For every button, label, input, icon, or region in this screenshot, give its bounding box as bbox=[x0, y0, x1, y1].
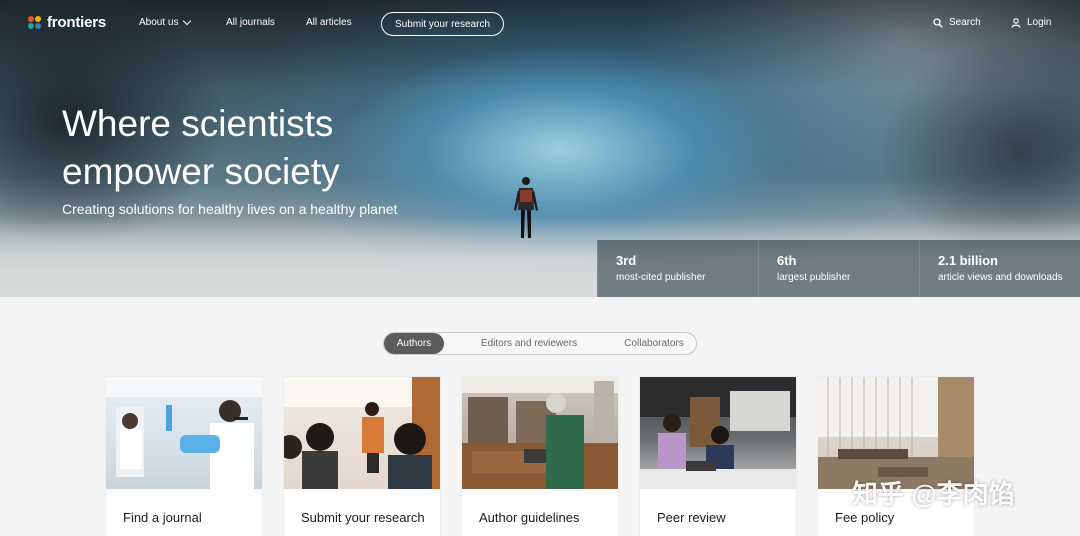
submit-research-label: Submit your research bbox=[394, 18, 491, 30]
stat-item: 6th largest publisher bbox=[758, 240, 919, 297]
stat-label: largest publisher bbox=[777, 272, 851, 283]
card-find-journal[interactable]: Find a journal bbox=[106, 377, 262, 536]
search-label: Search bbox=[949, 17, 981, 28]
hero-title: Where scientists empower society bbox=[62, 103, 340, 192]
tab-editors-reviewers[interactable]: Editors and reviewers bbox=[464, 333, 594, 354]
stat-item: 3rd most-cited publisher bbox=[597, 240, 758, 297]
card-peer-review[interactable]: Peer review bbox=[640, 377, 796, 536]
nav-all-journals[interactable]: All journals bbox=[226, 17, 275, 28]
card-image-atrium bbox=[818, 377, 974, 489]
logo-text: frontiers bbox=[47, 14, 107, 31]
card-label: Peer review bbox=[657, 510, 726, 525]
nav-about-us-label: About us bbox=[139, 17, 179, 28]
card-image-library bbox=[462, 377, 618, 489]
top-nav: frontiers About us All journals All arti… bbox=[0, 0, 1080, 48]
card-author-guidelines[interactable]: Author guidelines bbox=[462, 377, 618, 536]
card-label: Fee policy bbox=[835, 510, 895, 525]
stat-value: 2.1 billion bbox=[938, 253, 998, 268]
frontiers-logo[interactable]: frontiers bbox=[28, 14, 106, 31]
nav-all-articles-label: All articles bbox=[306, 17, 352, 28]
stats-bar: 3rd most-cited publisher 6th largest pub… bbox=[597, 240, 1080, 297]
card-label: Submit your research bbox=[301, 510, 425, 525]
tab-collaborators[interactable]: Collaborators bbox=[609, 333, 699, 354]
stat-label: article views and downloads bbox=[938, 272, 1063, 283]
tab-authors[interactable]: Authors bbox=[384, 333, 444, 354]
audience-tabs: Authors Editors and reviewers Collaborat… bbox=[383, 332, 697, 355]
search-button[interactable]: Search bbox=[933, 17, 981, 28]
submit-research-button[interactable]: Submit your research bbox=[381, 12, 504, 36]
user-icon bbox=[1011, 17, 1021, 28]
card-label: Author guidelines bbox=[479, 510, 580, 525]
card-image-office bbox=[640, 377, 796, 489]
stat-value: 6th bbox=[777, 253, 797, 268]
card-image-presentation bbox=[284, 377, 440, 489]
search-icon bbox=[933, 17, 943, 28]
stat-value: 3rd bbox=[616, 253, 637, 268]
card-label: Find a journal bbox=[123, 510, 202, 525]
hero-subtitle: Creating solutions for healthy lives on … bbox=[62, 201, 398, 217]
chevron-down-icon bbox=[183, 16, 192, 26]
logo-icon bbox=[28, 15, 42, 30]
climber-figure bbox=[514, 177, 538, 238]
login-button[interactable]: Login bbox=[1011, 17, 1051, 28]
stat-label: most-cited publisher bbox=[616, 272, 706, 283]
card-image-lab bbox=[106, 377, 262, 489]
login-label: Login bbox=[1027, 17, 1052, 28]
watermark-text: 知乎 @李肉馅 bbox=[852, 479, 1015, 509]
stat-item: 2.1 billion article views and downloads bbox=[919, 240, 1080, 297]
nav-about-us[interactable]: About us bbox=[139, 16, 192, 28]
nav-all-articles[interactable]: All articles bbox=[306, 17, 352, 28]
card-submit-research[interactable]: Submit your research bbox=[284, 377, 440, 536]
card-fee-policy[interactable]: Fee policy bbox=[818, 377, 974, 536]
nav-all-journals-label: All journals bbox=[226, 17, 275, 28]
